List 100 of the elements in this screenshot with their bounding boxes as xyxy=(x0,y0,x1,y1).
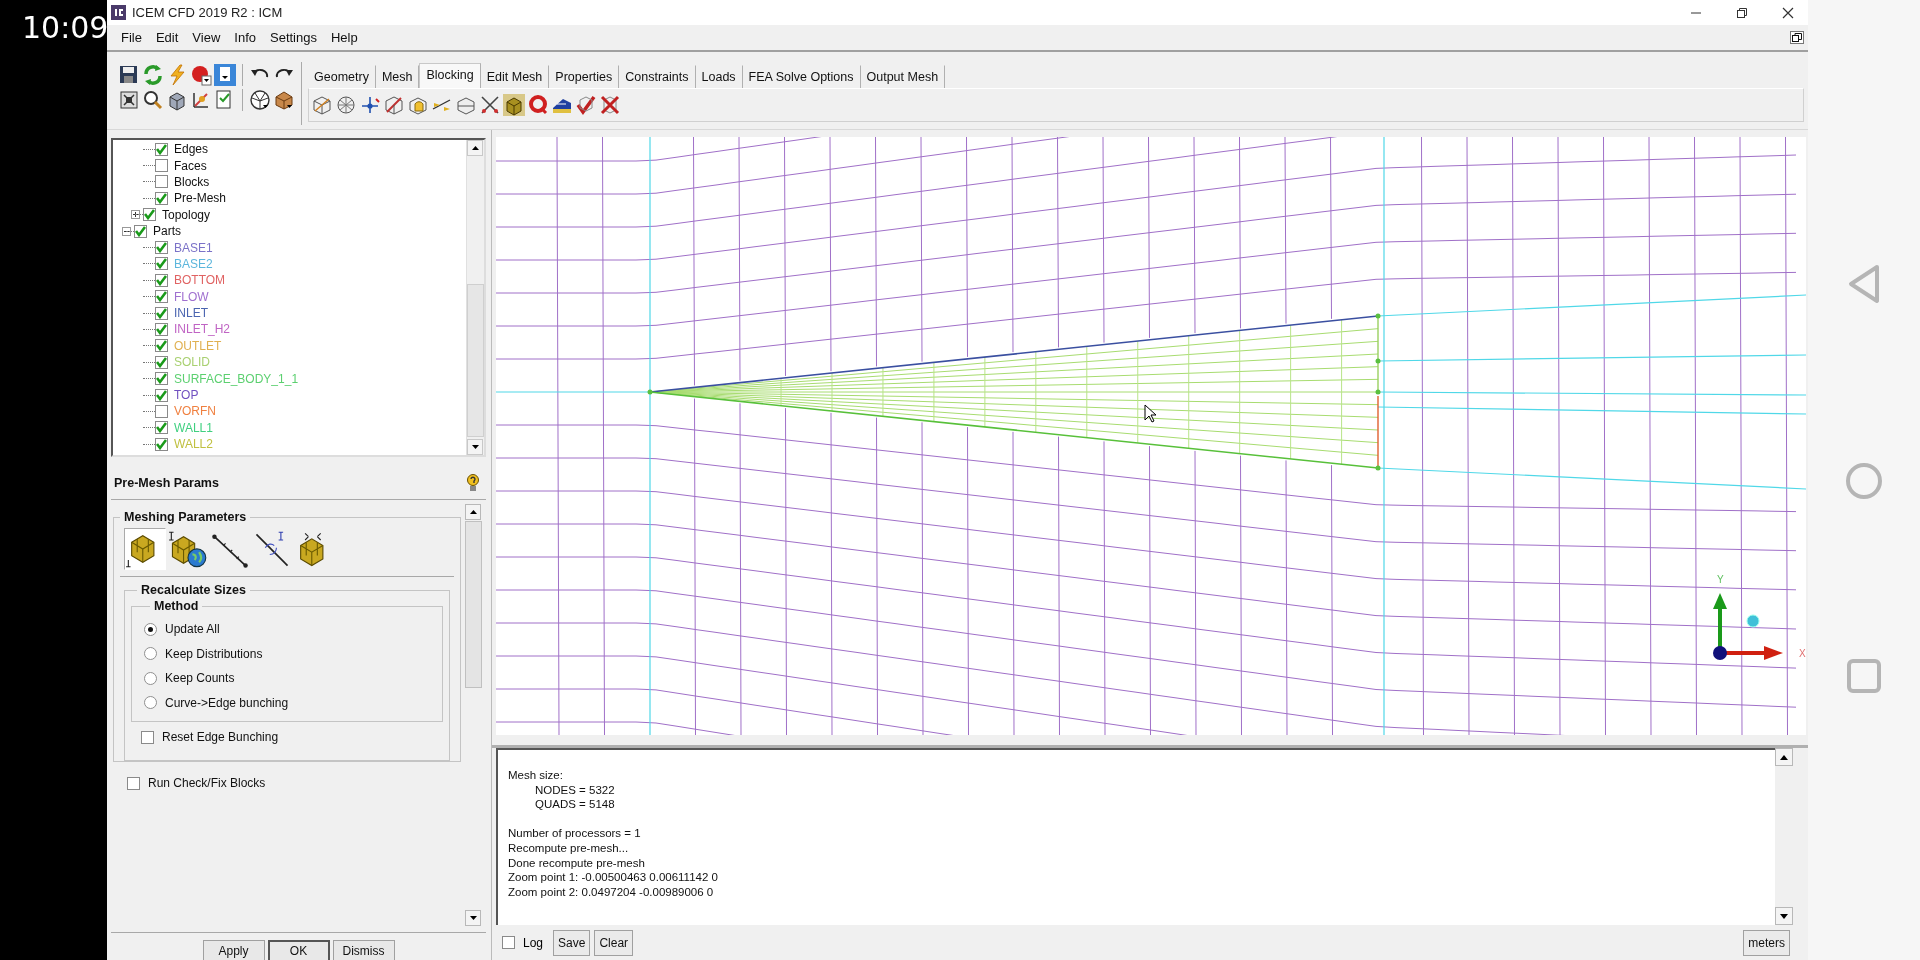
tree-checkbox[interactable] xyxy=(155,191,168,205)
tree-checkbox[interactable] xyxy=(155,159,168,173)
checkbox-label[interactable]: Run Check/Fix Blocks xyxy=(148,776,266,790)
block-icon[interactable] xyxy=(124,528,166,570)
units-button[interactable]: meters xyxy=(1743,929,1790,956)
dialog-button[interactable]: Apply xyxy=(202,940,265,960)
radio-label[interactable]: Keep Counts xyxy=(165,671,235,686)
scroll-down-button[interactable] xyxy=(467,439,483,455)
delete-icon[interactable] xyxy=(599,94,621,116)
radio-button[interactable] xyxy=(144,622,157,636)
radio-label[interactable]: Curve->Edge bunching xyxy=(165,695,289,710)
group-title: Recalculate Sizes xyxy=(140,583,247,597)
expand-toggle[interactable] xyxy=(131,210,140,220)
tree-checkbox[interactable] xyxy=(155,355,168,369)
tree-item-label[interactable]: Topology xyxy=(162,207,211,222)
tree-item-label[interactable]: Parts xyxy=(153,224,181,239)
radio-button[interactable] xyxy=(144,647,157,661)
down-arrow-icon xyxy=(469,916,477,920)
scroll-up-button[interactable] xyxy=(467,140,483,156)
tree-checkbox[interactable] xyxy=(155,290,168,304)
panel-title: Pre-Mesh Params xyxy=(114,476,219,490)
tree-checkbox[interactable] xyxy=(155,437,168,451)
menu-item[interactable]: View xyxy=(186,30,227,45)
tree-item-label[interactable]: BASE1 xyxy=(174,240,213,255)
radio-label[interactable]: Keep Distributions xyxy=(165,646,263,661)
checkbox[interactable] xyxy=(502,936,515,949)
console-line: Mesh size: xyxy=(508,768,564,783)
axis-label: X xyxy=(1799,648,1806,659)
tree-checkbox[interactable] xyxy=(155,175,168,189)
scroll-up-button[interactable] xyxy=(1775,748,1793,766)
menu-item[interactable]: File xyxy=(115,30,148,45)
console-button[interactable]: Clear xyxy=(594,929,634,956)
tree-checkbox[interactable] xyxy=(155,404,168,418)
tree-item-label[interactable]: INLET_H2 xyxy=(174,322,231,337)
tree-item-label[interactable]: FLOW xyxy=(174,289,209,304)
tree-item-label[interactable]: INLET xyxy=(174,306,208,321)
status-time: 10:09 xyxy=(21,9,107,45)
scroll-down-button[interactable] xyxy=(465,910,481,926)
box-icon[interactable] xyxy=(273,89,295,111)
tree-item-label[interactable]: Pre-Mesh xyxy=(174,191,226,206)
pointer-icon xyxy=(1144,404,1157,423)
radio-button[interactable] xyxy=(144,671,157,685)
tree-item-label[interactable]: Faces xyxy=(174,158,207,173)
fit-view-icon[interactable] xyxy=(118,89,140,111)
tree-checkbox[interactable] xyxy=(134,224,147,238)
up-arrow-icon xyxy=(1780,754,1788,760)
dialog-button[interactable]: Dismiss xyxy=(332,940,395,960)
tree-checkbox[interactable] xyxy=(155,339,168,353)
tree-item-label[interactable]: TOP xyxy=(174,388,199,403)
help-icon[interactable] xyxy=(466,474,480,492)
wireframe-sphere-icon[interactable] xyxy=(335,94,357,116)
scroll-up-button[interactable] xyxy=(465,504,481,520)
save-icon[interactable] xyxy=(118,64,140,86)
radio-button[interactable] xyxy=(144,696,157,710)
document-icon[interactable] xyxy=(214,64,236,86)
tree-checkbox[interactable] xyxy=(155,273,168,287)
radio-label[interactable]: Update All xyxy=(165,622,220,637)
tree-checkbox[interactable] xyxy=(155,241,168,255)
point-marker-icon xyxy=(1746,614,1760,628)
menu-item[interactable]: Edit xyxy=(149,30,185,45)
block-globe-icon[interactable] xyxy=(168,530,208,570)
console-button[interactable]: Save xyxy=(553,929,591,956)
tree-checkbox[interactable] xyxy=(155,257,168,271)
tree-checkbox[interactable] xyxy=(155,388,168,402)
scroll-down-button[interactable] xyxy=(1775,907,1793,925)
tree-item-label[interactable]: Blocks xyxy=(174,174,210,189)
check-icon[interactable] xyxy=(575,94,597,116)
checkbox[interactable] xyxy=(141,730,154,744)
tab[interactable]: Blocking xyxy=(419,63,481,88)
tree-checkbox[interactable] xyxy=(155,142,168,156)
magnifier-icon[interactable] xyxy=(142,89,164,111)
tree-checkbox[interactable] xyxy=(155,306,168,320)
checkbox-label[interactable]: Log xyxy=(523,935,544,950)
menu-item[interactable]: Info xyxy=(228,30,262,45)
menu-item[interactable]: Help xyxy=(325,30,364,45)
tree-item-label[interactable]: BOTTOM xyxy=(174,273,226,288)
close-icon[interactable] xyxy=(1782,6,1794,19)
scrollbar-thumb[interactable] xyxy=(465,521,482,688)
section-title: Meshing Parameters xyxy=(123,510,248,524)
tree-checkbox[interactable] xyxy=(143,208,156,222)
restore-icon[interactable] xyxy=(1790,31,1804,44)
dialog-button[interactable]: OK xyxy=(267,940,330,960)
checkbox-label[interactable]: Reset Edge Bunching xyxy=(162,730,279,744)
restore-icon[interactable] xyxy=(1736,6,1748,19)
wireframe-icon[interactable] xyxy=(249,89,271,111)
nodes-icon[interactable] xyxy=(359,94,381,116)
block-icon[interactable] xyxy=(503,94,525,116)
tree-checkbox[interactable] xyxy=(155,323,168,336)
split-cube-icon[interactable] xyxy=(383,94,405,116)
tree-item-label[interactable]: Edges xyxy=(174,142,209,157)
tree-checkbox[interactable] xyxy=(155,372,168,386)
expand-toggle[interactable] xyxy=(122,226,131,236)
cross-icon[interactable] xyxy=(479,94,501,116)
tree-checkbox[interactable] xyxy=(155,421,168,435)
wireframe-cube-icon[interactable] xyxy=(311,94,333,116)
checkbox[interactable] xyxy=(127,776,140,790)
sphere-icon[interactable] xyxy=(190,64,212,86)
ring-icon[interactable] xyxy=(527,94,549,116)
menu-item[interactable]: Settings xyxy=(264,30,323,45)
scrollbar-thumb[interactable] xyxy=(467,284,484,437)
